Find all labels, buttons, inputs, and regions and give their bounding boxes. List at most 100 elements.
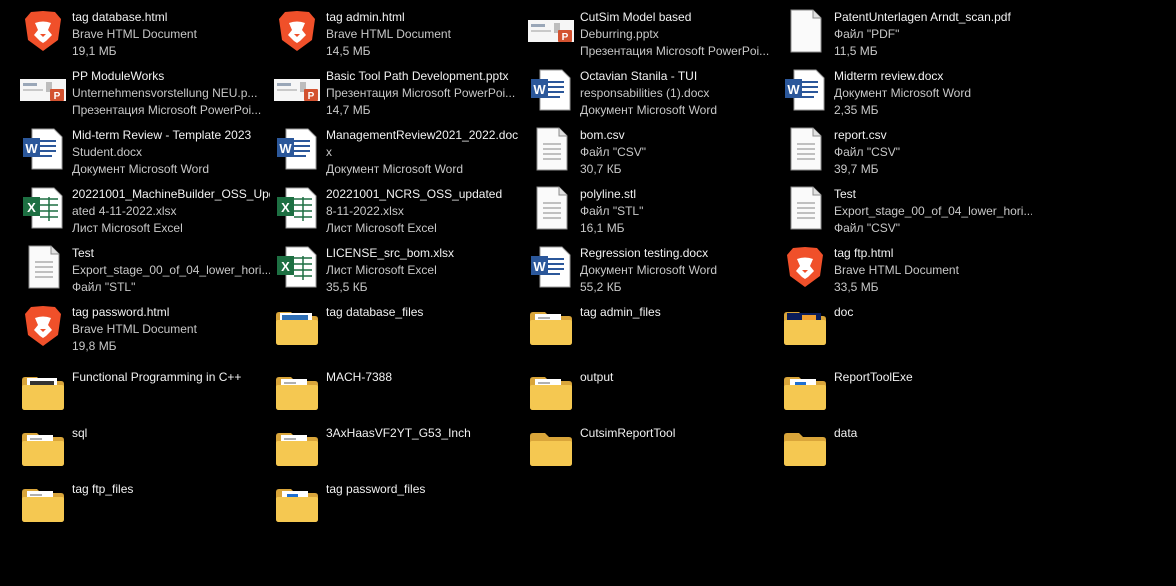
file-item[interactable]: Test Export_stage_00_of_04_lower_hori... Ф… [782,185,1032,241]
file-item[interactable]: report.csv Файл "CSV" 39,7 МБ [782,126,1032,182]
item-name: 20221001_NCRS_OSS_updated [326,187,503,201]
folder-icon [782,303,828,349]
file-item[interactable]: polyline.stl Файл "STL" 16,1 МБ [528,185,778,241]
svg-text:P: P [562,32,569,43]
item-name: MACH-7388 [326,370,393,384]
item-meta: Файл "CSV" [834,221,901,235]
file-item[interactable]: tag admin.html Brave HTML Document 14,5 МБ [274,8,524,64]
folder-item[interactable]: tag password_files [274,480,524,536]
file-item[interactable]: X LICENSE_src_bom.xlsx Лист Microsoft Exc… [274,244,524,300]
item-name: PatentUnterlagen Arndt_scan.pdf [834,10,1011,24]
item-name: Test [834,187,857,201]
excel-file-icon: X [274,244,320,290]
file-item[interactable]: PatentUnterlagen Arndt_scan.pdf Файл "PDF… [782,8,1032,64]
folder-icon [274,480,320,526]
file-item[interactable]: tag password.html Brave HTML Document 19,8… [20,303,270,359]
file-item[interactable]: tag ftp.html Brave HTML Document 33,5 МБ [782,244,1032,300]
file-item[interactable]: P Basic Tool Path Development.pptx Презен… [274,67,524,123]
folder-item[interactable]: doc [782,303,1032,359]
item-details: Mid-term Review - Template 2023 Student.d… [72,127,270,178]
item-meta: 16,1 МБ [580,221,625,235]
file-item[interactable]: tag database.html Brave HTML Document 19,1… [20,8,270,64]
folder-item[interactable]: CutsimReportTool [528,424,778,480]
word-file-icon: W [782,67,828,113]
folder-item[interactable]: data [782,424,1032,480]
folder-item[interactable]: MACH-7388 [274,368,524,424]
svg-text:W: W [533,259,546,274]
item-name: 20221001_MachineBuilder_OSS_Upd [72,187,270,201]
folder-icon [20,480,66,526]
item-details: CutSim Model based Deburring.pptx Презента… [580,9,778,60]
item-meta: Лист Microsoft Excel [326,221,437,235]
item-details: tag password_files [326,481,524,498]
item-name: tag ftp.html [834,246,894,260]
item-name: Test [72,246,95,260]
item-name: Octavian Stanila - TUI [580,69,698,83]
item-details: Octavian Stanila - TUI responsabilities (… [580,68,778,119]
item-meta: Файл "CSV" [834,145,901,159]
item-name: tag admin_files [580,305,661,319]
file-item[interactable]: P PP ModuleWorks Unternehmensvorstellung … [20,67,270,123]
brave-html-icon [20,8,66,54]
folder-item[interactable]: ReportToolExe [782,368,1032,424]
word-file-icon: W [528,67,574,113]
folder-icon [274,303,320,349]
folder-item[interactable]: tag admin_files [528,303,778,359]
file-item[interactable]: W ManagementReview2021_2022.doc x Документ… [274,126,524,182]
pdf-file-icon [782,8,828,54]
file-item[interactable]: W Mid-term Review - Template 2023 Student… [20,126,270,182]
file-item[interactable]: bom.csv Файл "CSV" 30,7 КБ [528,126,778,182]
file-item[interactable]: Test Export_stage_00_of_04_lower_hori... Ф… [20,244,270,300]
item-name: CutSim Model based [580,10,692,24]
file-item[interactable]: W Midterm review.docx Документ Microsoft … [782,67,1032,123]
svg-text:W: W [25,141,38,156]
svg-text:W: W [279,141,292,156]
item-meta: 14,7 МБ [326,103,371,117]
item-meta: Deburring.pptx [580,27,659,41]
item-meta: Файл "STL" [580,204,644,218]
item-details: Test Export_stage_00_of_04_lower_hori... Ф… [72,245,270,296]
folder-item[interactable]: output [528,368,778,424]
svg-text:X: X [281,200,290,215]
svg-text:W: W [533,82,546,97]
folder-item[interactable]: 3AxHaasVF2YT_G53_Inch [274,424,524,480]
item-name: bom.csv [580,128,625,142]
item-name: ReportToolExe [834,370,913,384]
folder-icon [528,368,574,414]
file-item[interactable]: P CutSim Model based Deburring.pptx Презен… [528,8,778,64]
excel-file-icon: X [20,185,66,231]
file-item[interactable]: X 20221001_NCRS_OSS_updated 8-11-2022.xls… [274,185,524,241]
item-name: tag password.html [72,305,170,319]
svg-text:P: P [308,91,315,102]
folder-icon [274,368,320,414]
folder-item[interactable]: tag database_files [274,303,524,359]
word-file-icon: W [528,244,574,290]
item-details: 20221001_NCRS_OSS_updated 8-11-2022.xlsx Л… [326,186,524,237]
svg-text:X: X [281,259,290,274]
item-meta: x [326,145,332,159]
item-meta: 39,7 МБ [834,162,879,176]
item-details: tag database_files [326,304,524,321]
item-meta: 19,1 МБ [72,44,117,58]
brave-html-icon [782,244,828,290]
item-meta: Export_stage_00_of_04_lower_hori... [834,204,1032,218]
file-item[interactable]: W Octavian Stanila - TUI responsabilities… [528,67,778,123]
folder-item[interactable]: sql [20,424,270,480]
folder-icon [20,424,66,470]
item-meta: Файл "PDF" [834,27,900,41]
folder-icon [528,303,574,349]
folder-item[interactable]: Functional Programming in C++ [20,368,270,424]
item-details: data [834,425,1032,442]
item-details: report.csv Файл "CSV" 39,7 МБ [834,127,1032,178]
generic-file-icon [20,244,66,290]
item-meta: Документ Microsoft Word [72,162,210,176]
svg-text:X: X [27,200,36,215]
file-item[interactable]: X 20221001_MachineBuilder_OSS_Upd ated 4-… [20,185,270,241]
file-item[interactable]: W Regression testing.docx Документ Micros… [528,244,778,300]
item-meta: Brave HTML Document [72,322,197,336]
item-details: PP ModuleWorks Unternehmensvorstellung NE… [72,68,270,119]
item-name: tag password_files [326,482,426,496]
excel-file-icon: X [274,185,320,231]
folder-item[interactable]: tag ftp_files [20,480,270,536]
item-name: Midterm review.docx [834,69,944,83]
